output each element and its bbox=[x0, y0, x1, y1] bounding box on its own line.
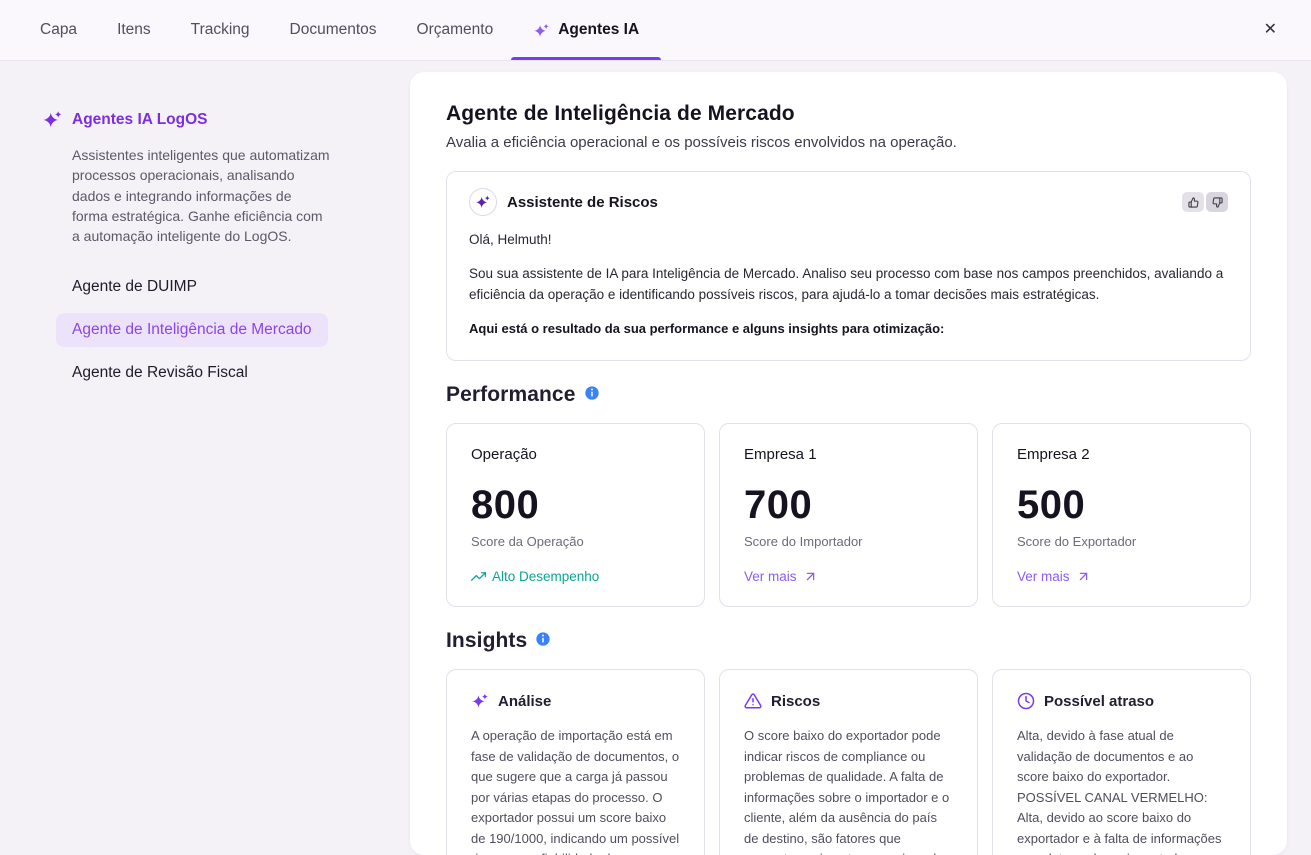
content-area: Agentes IA LogOS Assistentes inteligente… bbox=[0, 61, 1311, 855]
sparkles-icon bbox=[43, 111, 62, 128]
tab-label: Itens bbox=[117, 21, 151, 38]
score-caption: Score da Operação bbox=[471, 534, 584, 550]
insight-header: Possível atraso bbox=[1017, 692, 1226, 710]
arrow-up-right-icon bbox=[806, 573, 814, 581]
insight-title: Análise bbox=[498, 692, 552, 710]
info-icon[interactable] bbox=[584, 385, 600, 401]
agent-list: Agente de DUIMP Agente de Inteligência d… bbox=[56, 270, 370, 390]
sparkles-icon bbox=[472, 694, 488, 708]
ver-mais-link[interactable]: Ver mais bbox=[744, 569, 818, 584]
tab-tracking[interactable]: Tracking bbox=[191, 0, 250, 60]
assistant-avatar bbox=[469, 188, 497, 216]
assistant-result-line: Aqui está o resultado da sua performance… bbox=[469, 320, 945, 336]
performance-section-heading: Performance bbox=[446, 383, 1251, 407]
card-title: Operação bbox=[471, 446, 537, 464]
trending-up-icon bbox=[471, 572, 486, 582]
thumbs-down-icon bbox=[1212, 196, 1223, 208]
assistant-greeting: Olá, Helmuth! bbox=[469, 232, 552, 247]
score-caption: Score do Exportador bbox=[1017, 534, 1137, 550]
sidebar-item-agente-revisao-fiscal[interactable]: Agente de Revisão Fiscal bbox=[56, 356, 264, 390]
insight-card-analise: Análise A operação de importação está em… bbox=[446, 669, 705, 855]
insight-text: A operação de importação está em fase de… bbox=[471, 728, 680, 855]
assistant-intro: Sou sua assistente de IA para Inteligênc… bbox=[469, 266, 1224, 302]
sidebar-title-row: Agentes IA LogOS bbox=[42, 109, 370, 130]
insight-header: Análise bbox=[471, 692, 680, 710]
insight-card-possivel-atraso: Possível atraso Alta, devido à fase atua… bbox=[992, 669, 1251, 855]
assistant-title: Assistente de Riscos bbox=[507, 193, 658, 211]
info-icon[interactable] bbox=[535, 631, 551, 647]
card-title: Empresa 1 bbox=[744, 446, 817, 464]
tab-orcamento[interactable]: Orçamento bbox=[417, 0, 494, 60]
insight-cards: Análise A operação de importação está em… bbox=[446, 669, 1251, 855]
link-label: Ver mais bbox=[744, 569, 797, 585]
insight-title: Possível atraso bbox=[1044, 692, 1155, 710]
sidebar-item-agente-duimp[interactable]: Agente de DUIMP bbox=[56, 270, 213, 304]
insights-section-heading: Insights bbox=[446, 629, 1251, 653]
assistant-header: Assistente de Riscos bbox=[469, 188, 1228, 216]
thumbs-up-icon bbox=[1187, 196, 1198, 208]
agent-detail-panel: Agente de Inteligência de Mercado Avalia… bbox=[410, 72, 1287, 855]
close-icon[interactable]: ✕ bbox=[1258, 16, 1283, 44]
tab-itens[interactable]: Itens bbox=[117, 0, 151, 60]
performance-cards: Operação 800 Score da Operação Alto Dese… bbox=[446, 423, 1251, 608]
tab-label: Agentes IA bbox=[558, 21, 640, 38]
status-badge: Alto Desempenho bbox=[471, 569, 599, 584]
status-label: Alto Desempenho bbox=[492, 569, 600, 585]
performance-card-operacao: Operação 800 Score da Operação Alto Dese… bbox=[446, 423, 705, 608]
assistant-message-body: Olá, Helmuth! Sou sua assistente de IA p… bbox=[469, 230, 1228, 338]
score-value: 800 bbox=[471, 483, 540, 528]
insight-header: Riscos bbox=[744, 692, 953, 710]
sidebar-description: Assistentes inteligentes que automatizam… bbox=[72, 147, 330, 245]
thumbs-down-button[interactable] bbox=[1206, 192, 1228, 212]
score-value: 700 bbox=[744, 483, 813, 528]
tab-label: Orçamento bbox=[416, 21, 494, 38]
tab-agentes-ia[interactable]: Agentes IA bbox=[511, 0, 662, 60]
assistant-message-card: Assistente de Riscos Olá, Helmuth! Sou s… bbox=[446, 171, 1251, 362]
ver-mais-link[interactable]: Ver mais bbox=[1017, 569, 1091, 584]
agents-sidebar: Agentes IA LogOS Assistentes inteligente… bbox=[0, 61, 410, 855]
sparkles-icon bbox=[476, 195, 490, 208]
sparkles-icon bbox=[534, 23, 550, 37]
insight-title: Riscos bbox=[771, 692, 821, 710]
tab-capa[interactable]: Capa bbox=[40, 0, 77, 60]
app-window: Capa Itens Tracking Documentos Orçamento… bbox=[0, 0, 1311, 855]
sidebar-title: Agentes IA LogOS bbox=[72, 110, 208, 128]
insight-card-riscos: Riscos O score baixo do exportador pode … bbox=[719, 669, 978, 855]
alert-triangle-icon bbox=[744, 693, 762, 709]
sidebar-item-agente-inteligencia-mercado[interactable]: Agente de Inteligência de Mercado bbox=[56, 313, 328, 348]
clock-icon bbox=[1017, 693, 1035, 710]
tab-label: Tracking bbox=[190, 21, 250, 38]
page-title: Agente de Inteligência de Mercado bbox=[446, 102, 795, 125]
thumbs-up-button[interactable] bbox=[1182, 192, 1204, 212]
performance-card-empresa-1: Empresa 1 700 Score do Importador Ver ma… bbox=[719, 423, 978, 608]
top-tab-bar: Capa Itens Tracking Documentos Orçamento… bbox=[0, 0, 1311, 61]
score-value: 500 bbox=[1017, 483, 1086, 528]
insight-text: Alta, devido à fase atual de validação d… bbox=[1017, 728, 1222, 855]
page-subtitle: Avalia a eficiência operacional e os pos… bbox=[446, 134, 957, 151]
card-title: Empresa 2 bbox=[1017, 446, 1090, 464]
arrow-up-right-icon bbox=[1079, 573, 1087, 581]
score-caption: Score do Importador bbox=[744, 534, 863, 550]
link-label: Ver mais bbox=[1017, 569, 1070, 585]
performance-card-empresa-2: Empresa 2 500 Score do Exportador Ver ma… bbox=[992, 423, 1251, 608]
tab-label: Documentos bbox=[289, 21, 377, 38]
tab-documentos[interactable]: Documentos bbox=[290, 0, 377, 60]
insight-text: O score baixo do exportador pode indicar… bbox=[744, 728, 950, 855]
feedback-buttons bbox=[1182, 192, 1228, 212]
tab-strip: Capa Itens Tracking Documentos Orçamento… bbox=[40, 0, 662, 60]
insights-heading: Insights bbox=[446, 629, 528, 653]
tab-label: Capa bbox=[40, 21, 78, 38]
performance-heading: Performance bbox=[446, 383, 576, 407]
